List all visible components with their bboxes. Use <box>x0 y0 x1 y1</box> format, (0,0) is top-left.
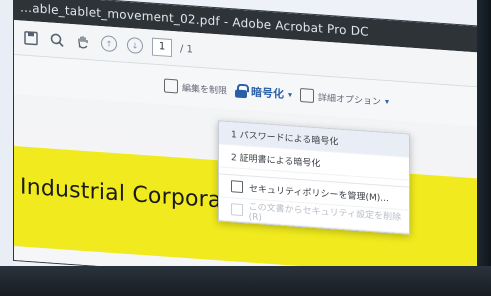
remove-security-icon <box>231 203 243 216</box>
menu-item-label: 2 証明書による暗号化 <box>231 152 321 169</box>
monitor-bezel-right <box>477 0 491 296</box>
photo-frame: …able_tablet_movement_02.pdf - Adobe Acr… <box>0 0 491 296</box>
encrypt-label: 暗号化 <box>251 85 285 101</box>
chevron-down-icon: ▾ <box>385 96 390 106</box>
page-margin <box>0 0 14 296</box>
save-icon[interactable] <box>22 29 40 48</box>
search-icon[interactable] <box>48 30 66 49</box>
chevron-down-icon: ▾ <box>288 89 293 99</box>
menu-item-label: 1 パスワードによる暗号化 <box>231 129 339 148</box>
acrobat-window: …able_tablet_movement_02.pdf - Adobe Acr… <box>14 0 477 293</box>
next-page-icon[interactable]: ↓ <box>126 36 144 55</box>
advanced-options-icon <box>300 88 315 103</box>
restrict-editing-icon <box>164 78 178 94</box>
restrict-editing-button[interactable]: 編集を制限 <box>164 78 227 96</box>
policy-icon <box>231 180 243 194</box>
lock-icon <box>235 83 247 98</box>
hand-tool-icon[interactable] <box>74 32 92 51</box>
page-number-input[interactable]: 1 <box>152 37 172 58</box>
page-total: / 1 <box>180 43 193 56</box>
advanced-options-label: 詳細オプション <box>318 92 382 108</box>
monitor-bezel-bottom <box>0 266 491 296</box>
advanced-options-button[interactable]: 詳細オプション ▾ <box>300 88 389 108</box>
encrypt-dropdown-menu: 1 パスワードによる暗号化 2 証明書による暗号化 セキュリティポリシーを管理(… <box>218 120 410 235</box>
encrypt-button[interactable]: 暗号化 ▾ <box>235 82 292 102</box>
restrict-editing-label: 編集を制限 <box>182 83 228 97</box>
previous-page-icon[interactable]: ↑ <box>100 34 118 53</box>
